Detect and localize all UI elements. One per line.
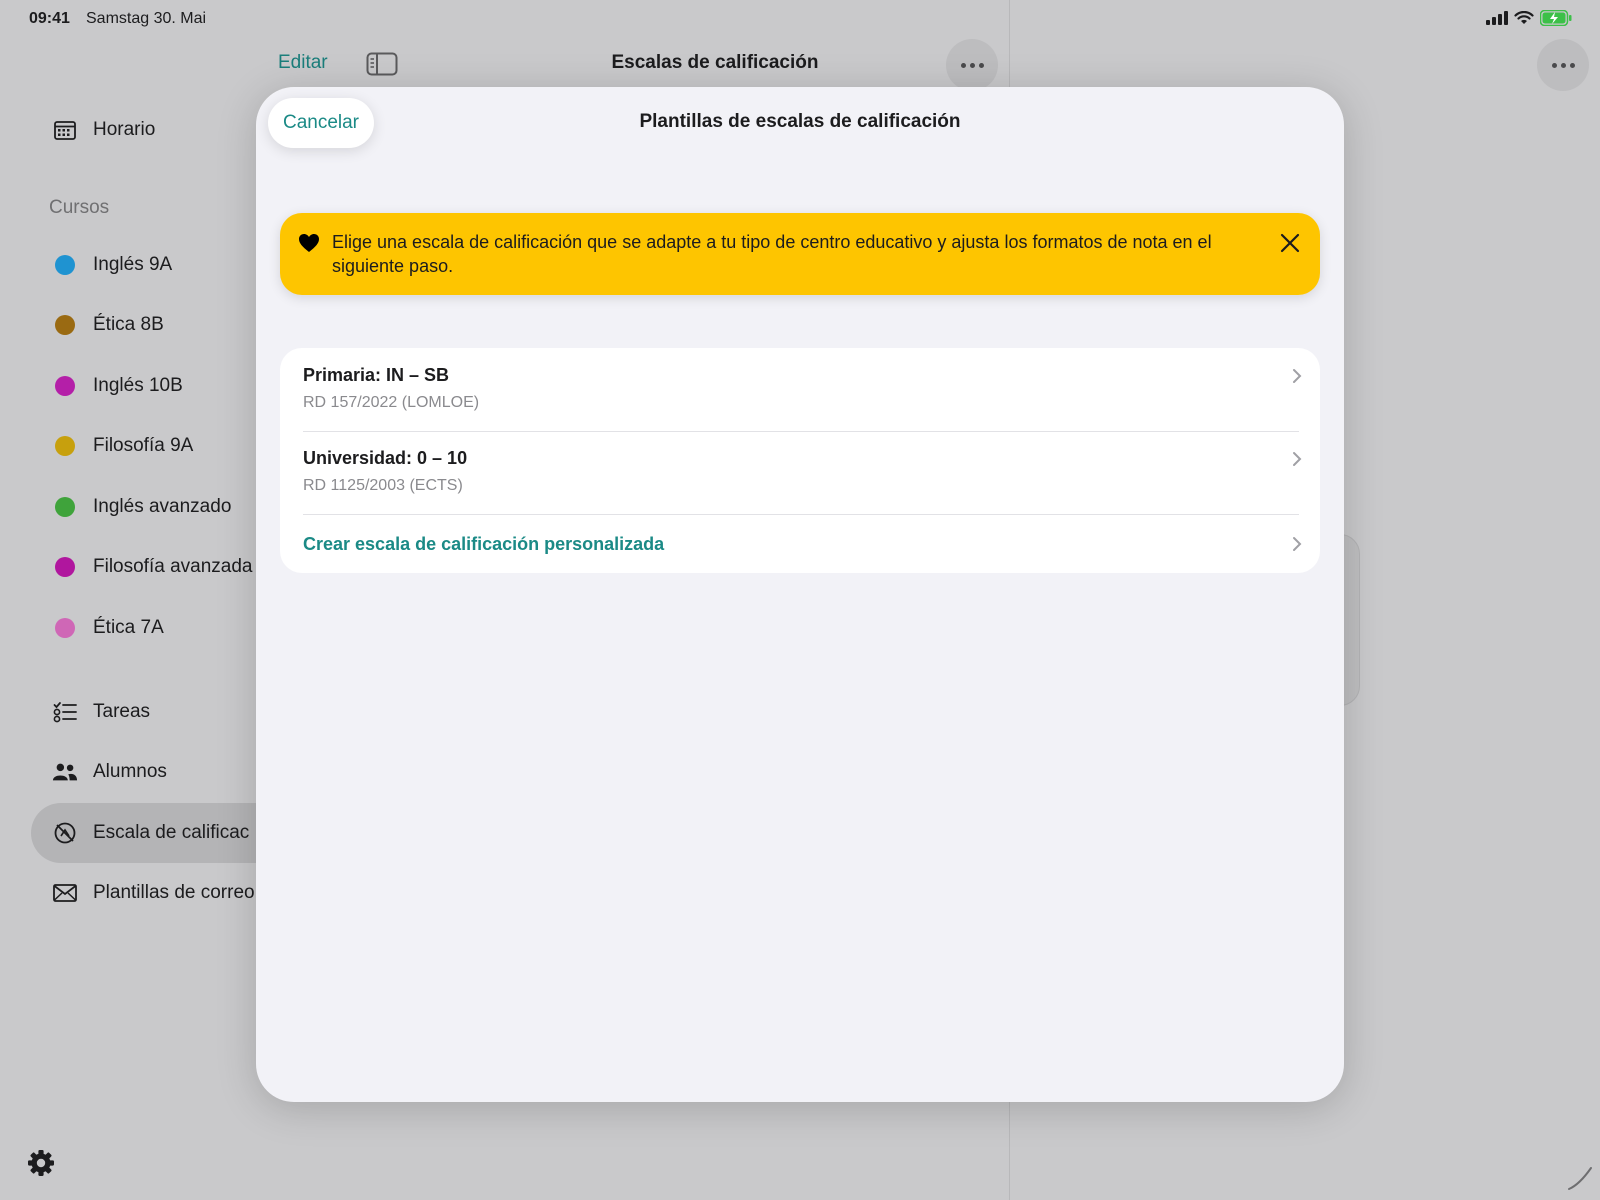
sidebar-course-ingles-9a[interactable]: Inglés 9A [52,245,172,285]
sidebar-course-etica-7a[interactable]: Ética 7A [52,608,164,648]
status-bar: 09:41 Samstag 30. Mai [0,0,1600,36]
close-icon[interactable] [1280,233,1300,253]
cancel-button[interactable]: Cancelar [268,98,374,148]
chevron-right-icon [1293,452,1302,466]
template-subtitle: RD 157/2022 (LOMLOE) [303,394,480,411]
cellular-signal-icon [1486,11,1508,25]
sidebar-course-ingles-avanzado[interactable]: Inglés avanzado [52,487,231,527]
template-row-universidad[interactable]: Universidad: 0 – 10 RD 1125/2003 (ECTS) [280,432,1320,514]
sidebar-item-label: Ética 8B [93,314,164,335]
course-color-dot [55,376,75,396]
wifi-icon [1514,11,1534,24]
sidebar-item-label: Tareas [93,701,151,722]
course-color-dot [55,557,75,577]
sidebar-item-label: Ética 7A [93,617,164,638]
course-color-dot [55,436,75,456]
chevron-right-icon [1293,537,1302,551]
sidebar-item-alumnos[interactable]: Alumnos [52,752,167,792]
status-date: Samstag 30. Mai [86,10,207,27]
banner-text: Elige una escala de calificación que se … [332,232,1212,276]
course-color-dot [55,497,75,517]
checklist-icon [52,699,78,725]
sidebar-item-plantillas-de-correo[interactable]: Plantillas de correo [52,873,255,913]
people-icon [52,759,78,785]
status-time: 09:41 [29,10,70,27]
settings-gear-icon[interactable] [26,1148,56,1178]
create-custom-scale-link: Crear escala de calificación personaliza… [303,534,665,554]
envelope-icon [52,880,78,906]
template-row-primaria[interactable]: Primaria: IN – SB RD 157/2022 (LOMLOE) [280,348,1320,431]
sidebar-course-filosofia-avanzada[interactable]: Filosofía avanzada [52,547,253,587]
create-custom-scale-row[interactable]: Crear escala de calificación personaliza… [280,515,1320,573]
calendar-icon [52,117,78,143]
sidebar-item-label: Filosofía avanzada [93,556,253,577]
chevron-right-icon [1293,369,1302,383]
template-subtitle: RD 1125/2003 (ECTS) [303,477,463,494]
grade-scale-icon [52,820,78,846]
battery-charging-icon [1540,10,1572,26]
sidebar-item-label: Inglés 10B [93,375,183,396]
ellipsis-icon [946,39,998,91]
info-banner: Elige una escala de calificación que se … [280,213,1320,295]
course-color-dot [55,315,75,335]
status-icons [1486,10,1572,26]
sidebar-item-escala-de-calificacion[interactable]: Escala de calificac [52,813,249,853]
heart-icon [299,234,319,252]
course-color-dot [55,618,75,638]
template-title: Primaria: IN – SB [303,365,450,385]
pencil-scribble-icon [1568,1167,1592,1190]
template-title: Universidad: 0 – 10 [303,448,468,468]
ellipsis-icon [1537,39,1589,91]
sidebar-item-label: Plantillas de correo [93,882,255,903]
edit-button[interactable]: Editar [278,52,328,74]
sidebar-toggle-icon[interactable] [366,52,398,76]
sidebar-item-horario[interactable]: Horario [52,110,155,150]
sidebar-item-label: Alumnos [93,761,167,782]
sidebar-course-filosofia-9a[interactable]: Filosofía 9A [52,426,193,466]
sidebar-item-tareas[interactable]: Tareas [52,692,150,732]
sidebar-item-label: Horario [93,119,156,140]
sidebar-course-etica-8b[interactable]: Ética 8B [52,305,164,345]
templates-modal: Cancelar Plantillas de escalas de califi… [256,87,1344,1102]
more-button[interactable] [946,39,998,91]
sidebar-course-ingles-10b[interactable]: Inglés 10B [52,366,183,406]
page-title: Escalas de calificación [611,52,819,73]
section-header-courses: Cursos [49,197,110,218]
sidebar-item-label: Filosofía 9A [93,435,194,456]
course-color-dot [55,255,75,275]
modal-title: Plantillas de escalas de calificación [639,111,961,132]
sidebar-item-label: Escala de calificac [93,822,250,843]
sidebar-item-label: Inglés avanzado [93,496,232,517]
detail-more-button[interactable] [1537,39,1589,91]
templates-list: Primaria: IN – SB RD 157/2022 (LOMLOE) U… [280,348,1320,573]
sidebar-item-label: Inglés 9A [93,254,173,275]
